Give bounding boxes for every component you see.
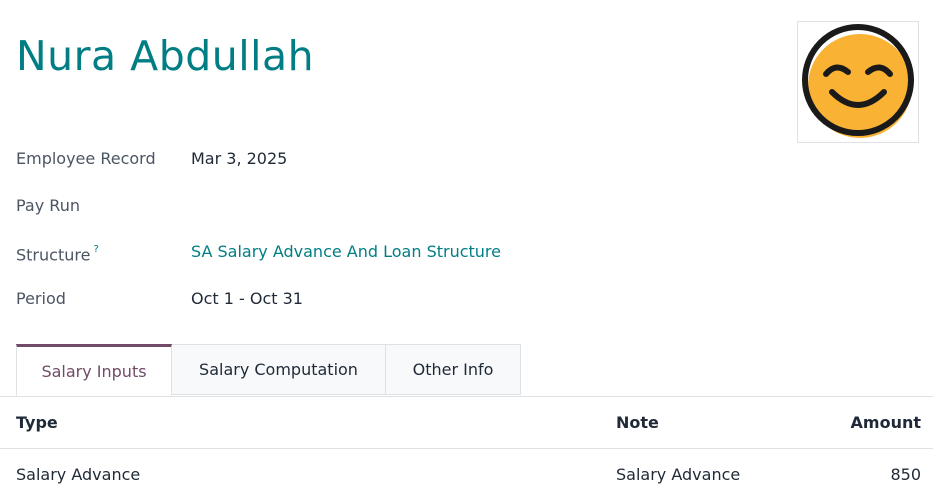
employee-avatar[interactable]	[797, 21, 919, 143]
employee-record-label: Employee Record	[16, 149, 156, 168]
employee-record-value[interactable]: Mar 3, 2025	[191, 149, 287, 169]
record-title: Nura Abdullah	[16, 32, 315, 80]
notebook-tabs: Salary Inputs Salary Computation Other I…	[16, 344, 521, 396]
period-label: Period	[16, 289, 66, 308]
smiley-face-icon	[802, 24, 914, 138]
column-header-amount[interactable]: Amount	[851, 397, 921, 448]
column-header-note[interactable]: Note	[616, 397, 659, 448]
pay-run-label: Pay Run	[16, 196, 80, 215]
row-amount-cell[interactable]: 850	[890, 449, 921, 499]
row-type-cell[interactable]: Salary Advance	[16, 449, 140, 499]
table-header: Type Note Amount	[0, 397, 933, 449]
period-value[interactable]: Oct 1 - Oct 31	[191, 289, 303, 309]
help-tooltip-icon[interactable]: ?	[93, 244, 98, 255]
structure-label: Structure?	[16, 242, 99, 265]
tab-salary-computation[interactable]: Salary Computation	[172, 344, 386, 395]
structure-link[interactable]: SA Salary Advance And Loan Structure	[191, 242, 501, 262]
row-note-cell[interactable]: Salary Advance	[616, 449, 740, 499]
tab-salary-inputs[interactable]: Salary Inputs	[16, 344, 172, 396]
structure-label-text: Structure	[16, 245, 91, 265]
column-header-type[interactable]: Type	[16, 397, 58, 448]
tab-other-info[interactable]: Other Info	[386, 344, 521, 395]
table-row[interactable]: Salary Advance Salary Advance 850	[0, 449, 933, 499]
